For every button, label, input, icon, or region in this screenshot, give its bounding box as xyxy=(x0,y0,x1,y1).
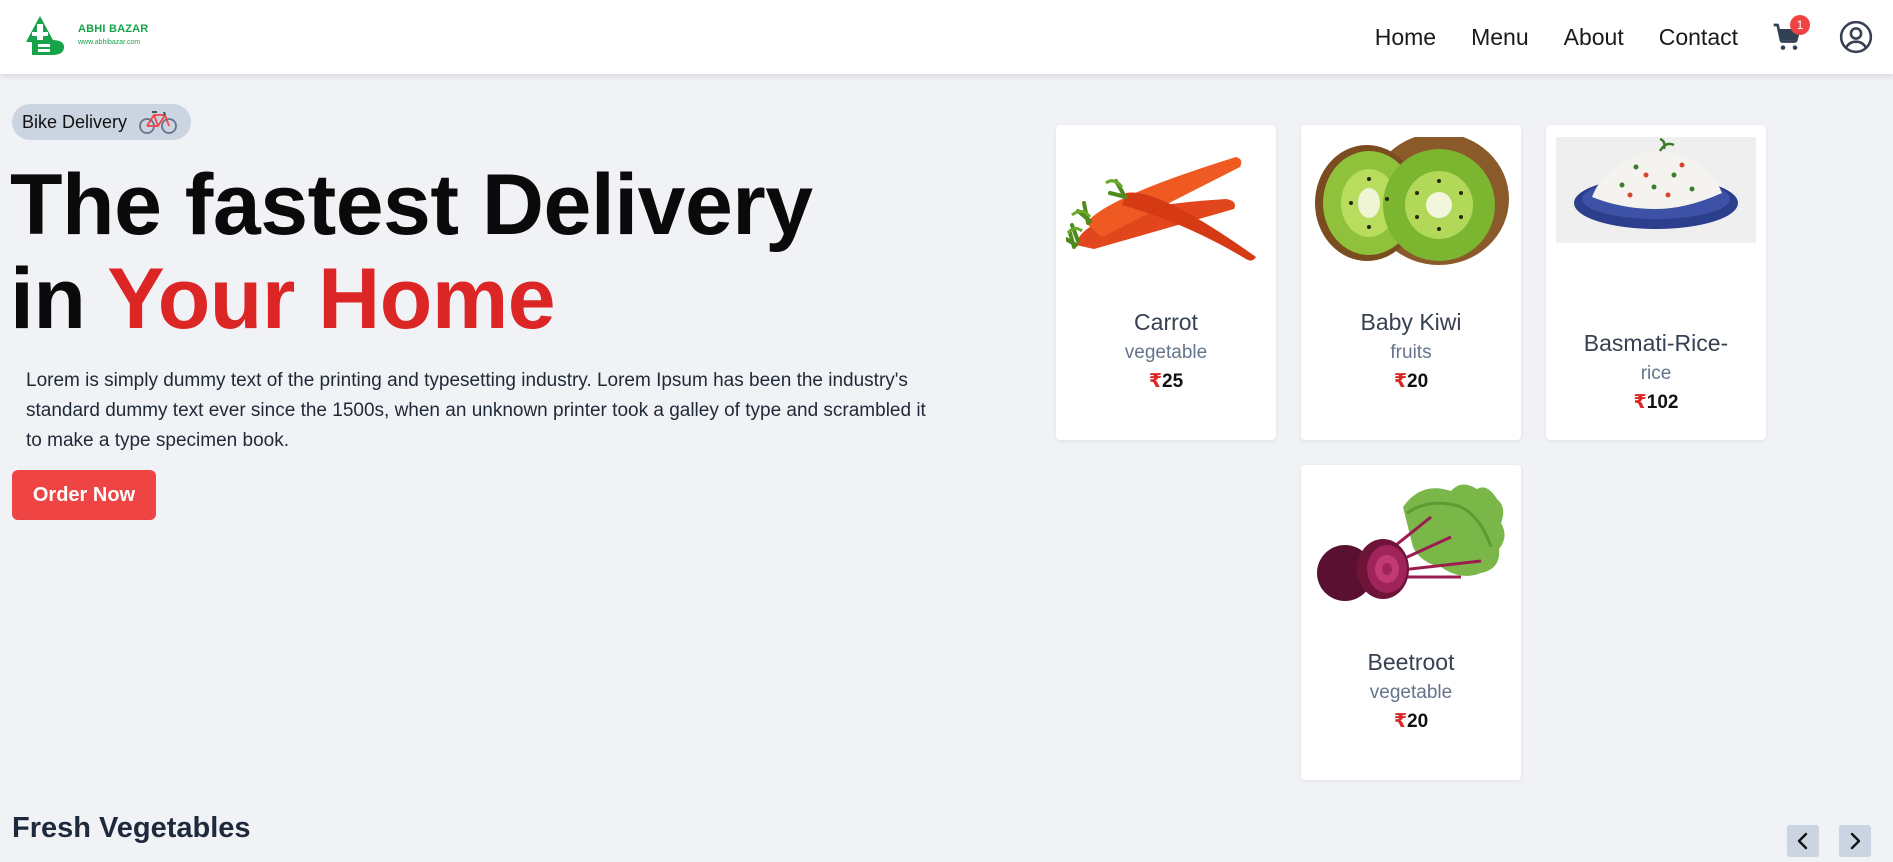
product-category: rice xyxy=(1640,363,1672,384)
price-value: 20 xyxy=(1407,711,1429,732)
rupee-symbol: ₹ xyxy=(1633,392,1647,413)
rupee-symbol: ₹ xyxy=(1148,371,1163,392)
product-name: Beetroot xyxy=(1367,649,1455,675)
carousel-next-button[interactable] xyxy=(1839,825,1871,857)
price-value: 102 xyxy=(1646,392,1679,413)
logo-url: www.abhibazar.com xyxy=(78,39,141,46)
price-value: 20 xyxy=(1407,371,1429,392)
rice-image xyxy=(1556,137,1756,243)
hero-description: Lorem is simply dummy text of the printi… xyxy=(26,370,926,451)
bicycle-icon xyxy=(139,111,177,134)
section-title: Fresh Vegetables xyxy=(12,812,251,844)
carousel-prev-button[interactable] xyxy=(1787,825,1819,857)
order-now-button[interactable]: Order Now xyxy=(12,470,156,520)
logo[interactable]: ABHI BAZAR www.abhibazar.com xyxy=(22,14,162,58)
nav-home[interactable]: Home xyxy=(1375,24,1436,51)
chevron-left-icon xyxy=(1797,832,1808,850)
headline-in: in xyxy=(10,251,86,347)
cart-button[interactable]: 1 xyxy=(1771,15,1810,53)
product-category: vegetable xyxy=(1369,682,1453,703)
product-category: vegetable xyxy=(1124,342,1208,363)
product-price: ₹25 xyxy=(1056,370,1276,393)
beetroot-image xyxy=(1317,484,1505,601)
kiwi-image xyxy=(1315,133,1509,265)
carrot-image xyxy=(1064,157,1256,261)
price-value: 25 xyxy=(1162,371,1184,392)
product-price: ₹20 xyxy=(1301,710,1521,733)
product-card-carrot[interactable]: Carrot vegetable ₹25 xyxy=(1056,125,1276,440)
chevron-right-icon xyxy=(1850,832,1861,850)
rupee-symbol: ₹ xyxy=(1393,711,1408,732)
product-card-basmati-rice[interactable]: Basmati-Rice- rice ₹102 xyxy=(1546,125,1766,440)
main-nav: Home Menu About Contact 1 xyxy=(1375,15,1873,54)
nav-about[interactable]: About xyxy=(1564,24,1624,51)
nav-contact[interactable]: Contact xyxy=(1659,24,1738,51)
product-card-beetroot[interactable]: Beetroot vegetable ₹20 xyxy=(1301,465,1521,780)
badge-label: Bike Delivery xyxy=(22,111,128,132)
product-card-baby-kiwi[interactable]: Baby Kiwi fruits ₹20 xyxy=(1301,125,1521,440)
nav-menu[interactable]: Menu xyxy=(1471,24,1529,51)
product-name: Baby Kiwi xyxy=(1360,309,1462,335)
product-name: Carrot xyxy=(1134,309,1198,335)
product-price: ₹20 xyxy=(1301,370,1521,393)
headline-accent: Your Home xyxy=(107,251,556,347)
rupee-symbol: ₹ xyxy=(1393,371,1408,392)
logo-mark-icon xyxy=(26,16,64,55)
logo-brand: ABHI BAZAR xyxy=(78,23,149,35)
bike-delivery-badge: Bike Delivery xyxy=(12,104,192,140)
product-price: ₹102 xyxy=(1546,391,1766,414)
product-category: fruits xyxy=(1390,342,1432,363)
hero-headline: The fastest Delivery in Your Home xyxy=(10,158,813,346)
user-icon[interactable] xyxy=(1839,20,1873,54)
cart-count-badge: 1 xyxy=(1790,15,1810,35)
product-name: Basmati-Rice- xyxy=(1583,330,1729,356)
headline-line1: The fastest Delivery xyxy=(10,157,813,253)
site-header: ABHI BAZAR www.abhibazar.com Home Menu A… xyxy=(0,0,1893,74)
